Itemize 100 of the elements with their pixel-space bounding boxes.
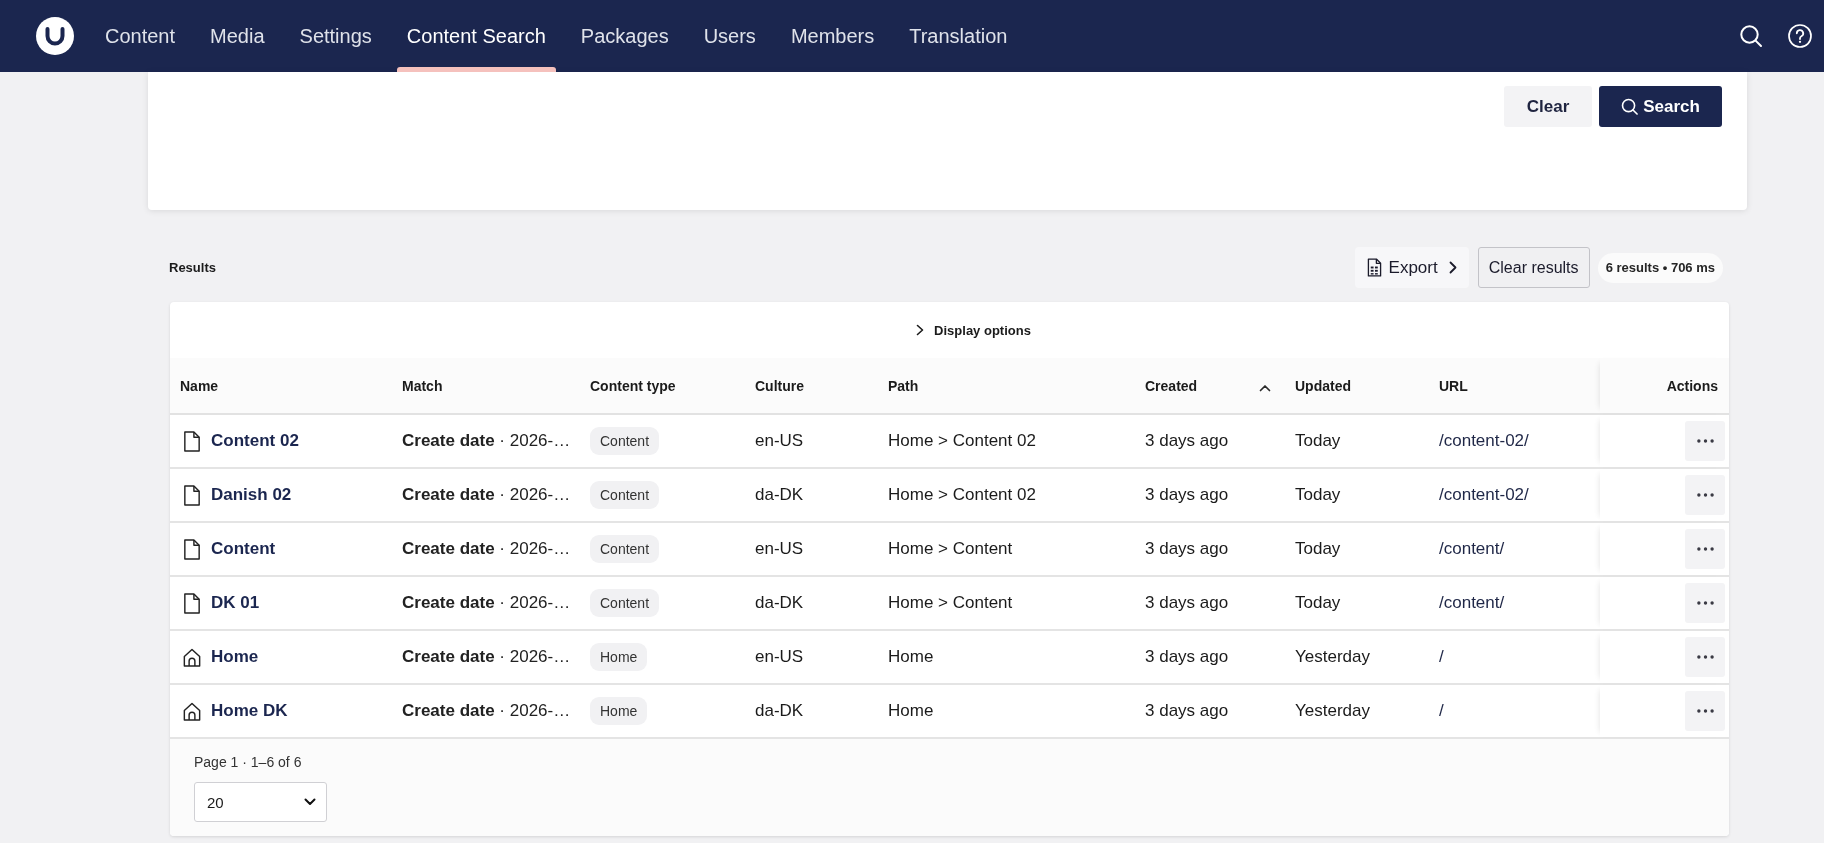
item-name-link[interactable]: Content: [211, 539, 276, 559]
document-icon: [183, 592, 201, 614]
item-name-link[interactable]: Content 02: [211, 431, 299, 451]
url-link[interactable]: /content-02/: [1439, 431, 1529, 451]
nav-tab[interactable]: Media: [200, 0, 275, 72]
nav-tab[interactable]: Settings: [289, 0, 382, 72]
results-summary: 6 results • 706 ms: [1597, 252, 1723, 283]
more-icon: [1696, 439, 1714, 443]
actions-button[interactable]: [1685, 475, 1725, 515]
path-text: Home > Content 02: [888, 431, 1036, 451]
more-icon: [1696, 709, 1714, 713]
created-text: 3 days ago: [1145, 485, 1229, 505]
page-size-select[interactable]: 20: [194, 782, 327, 822]
path-text: Home: [888, 701, 934, 721]
url-link[interactable]: /content/: [1439, 539, 1505, 559]
content-type-tag: Content: [590, 427, 660, 455]
match-text: Create date · 2026-…: [402, 701, 571, 721]
updated-text: Today: [1295, 539, 1341, 559]
updated-text: Today: [1295, 593, 1341, 613]
culture-text: da-DK: [755, 485, 804, 505]
actions-button[interactable]: [1685, 583, 1725, 623]
actions-button[interactable]: [1685, 421, 1725, 461]
culture-text: da-DK: [755, 593, 804, 613]
url-link[interactable]: /content-02/: [1439, 485, 1529, 505]
updated-text: Today: [1295, 485, 1341, 505]
content-type-tag: Home: [590, 697, 648, 725]
path-text: Home > Content: [888, 539, 1013, 559]
nav-tab[interactable]: Content: [95, 0, 186, 72]
match-text: Create date · 2026-…: [402, 431, 571, 451]
culture-text: en-US: [755, 539, 804, 559]
column-header[interactable]: Path: [888, 377, 919, 394]
spreadsheet-file-icon: [1366, 258, 1382, 277]
search-icon: [1621, 98, 1639, 115]
help-icon[interactable]: [1788, 24, 1812, 48]
path-text: Home > Content 02: [888, 485, 1036, 505]
updated-text: Yesterday: [1295, 701, 1370, 721]
created-text: 3 days ago: [1145, 539, 1229, 559]
path-text: Home: [888, 647, 934, 667]
clear-results-button[interactable]: Clear results: [1477, 247, 1590, 288]
house-icon: [183, 646, 201, 668]
culture-text: da-DK: [755, 701, 804, 721]
column-header: Actions: [1666, 377, 1718, 394]
content-type-tag: Content: [590, 481, 660, 509]
chevron-down-icon: [304, 798, 316, 806]
nav-tab[interactable]: Users: [693, 0, 766, 72]
search-icon[interactable]: [1739, 24, 1763, 48]
column-header[interactable]: Name: [180, 377, 219, 394]
culture-text: en-US: [755, 647, 804, 667]
more-icon: [1696, 493, 1714, 497]
path-text: Home > Content: [888, 593, 1013, 613]
house-icon: [183, 700, 201, 722]
item-name-link[interactable]: Home: [211, 647, 259, 667]
nav-tab[interactable]: Content Search: [396, 0, 556, 72]
more-icon: [1696, 547, 1714, 551]
item-name-link[interactable]: Home DK: [211, 701, 288, 721]
more-icon: [1696, 601, 1714, 605]
column-header[interactable]: Culture: [755, 377, 804, 394]
nav-tab[interactable]: Members: [780, 0, 885, 72]
document-icon: [183, 430, 201, 452]
item-name-link[interactable]: Danish 02: [211, 485, 292, 505]
column-header[interactable]: Updated: [1295, 377, 1351, 394]
chevron-right-icon: [1448, 261, 1457, 274]
match-text: Create date · 2026-…: [402, 485, 571, 505]
match-text: Create date · 2026-…: [402, 647, 571, 667]
content-type-tag: Content: [590, 535, 660, 563]
more-icon: [1696, 655, 1714, 659]
document-icon: [183, 538, 201, 560]
created-text: 3 days ago: [1145, 593, 1229, 613]
match-text: Create date · 2026-…: [402, 539, 571, 559]
document-icon: [183, 484, 201, 506]
nav-tab[interactable]: Translation: [899, 0, 1018, 72]
column-header[interactable]: Match: [402, 377, 443, 394]
column-header[interactable]: URL: [1439, 377, 1468, 394]
created-text: 3 days ago: [1145, 701, 1229, 721]
column-header[interactable]: Content type: [590, 377, 676, 394]
updated-text: Today: [1295, 431, 1341, 451]
actions-button[interactable]: [1685, 691, 1725, 731]
actions-button[interactable]: [1685, 529, 1725, 569]
content-type-tag: Content: [590, 589, 660, 617]
url-link[interactable]: /content/: [1439, 593, 1505, 613]
column-header[interactable]: Created: [1145, 377, 1198, 394]
display-options-toggle[interactable]: Display options: [914, 322, 1031, 338]
content-type-tag: Home: [590, 643, 648, 671]
updated-text: Yesterday: [1295, 647, 1370, 667]
item-name-link[interactable]: DK 01: [211, 593, 260, 613]
sort-ascending-icon[interactable]: [1259, 383, 1271, 392]
actions-button[interactable]: [1685, 637, 1725, 677]
search-button[interactable]: Search: [1599, 86, 1722, 127]
culture-text: en-US: [755, 431, 804, 451]
created-text: 3 days ago: [1145, 647, 1229, 667]
nav-tab[interactable]: Packages: [570, 0, 679, 72]
results-heading: Results: [169, 260, 216, 275]
match-text: Create date · 2026-…: [402, 593, 571, 613]
page-info-text: Page 1 · 1–6 of 6: [194, 754, 302, 770]
url-link[interactable]: /: [1439, 647, 1444, 667]
export-button[interactable]: Export: [1354, 247, 1469, 288]
created-text: 3 days ago: [1145, 431, 1229, 451]
url-link[interactable]: /: [1439, 701, 1444, 721]
logo-icon[interactable]: [36, 17, 74, 55]
clear-button[interactable]: Clear: [1504, 86, 1592, 127]
